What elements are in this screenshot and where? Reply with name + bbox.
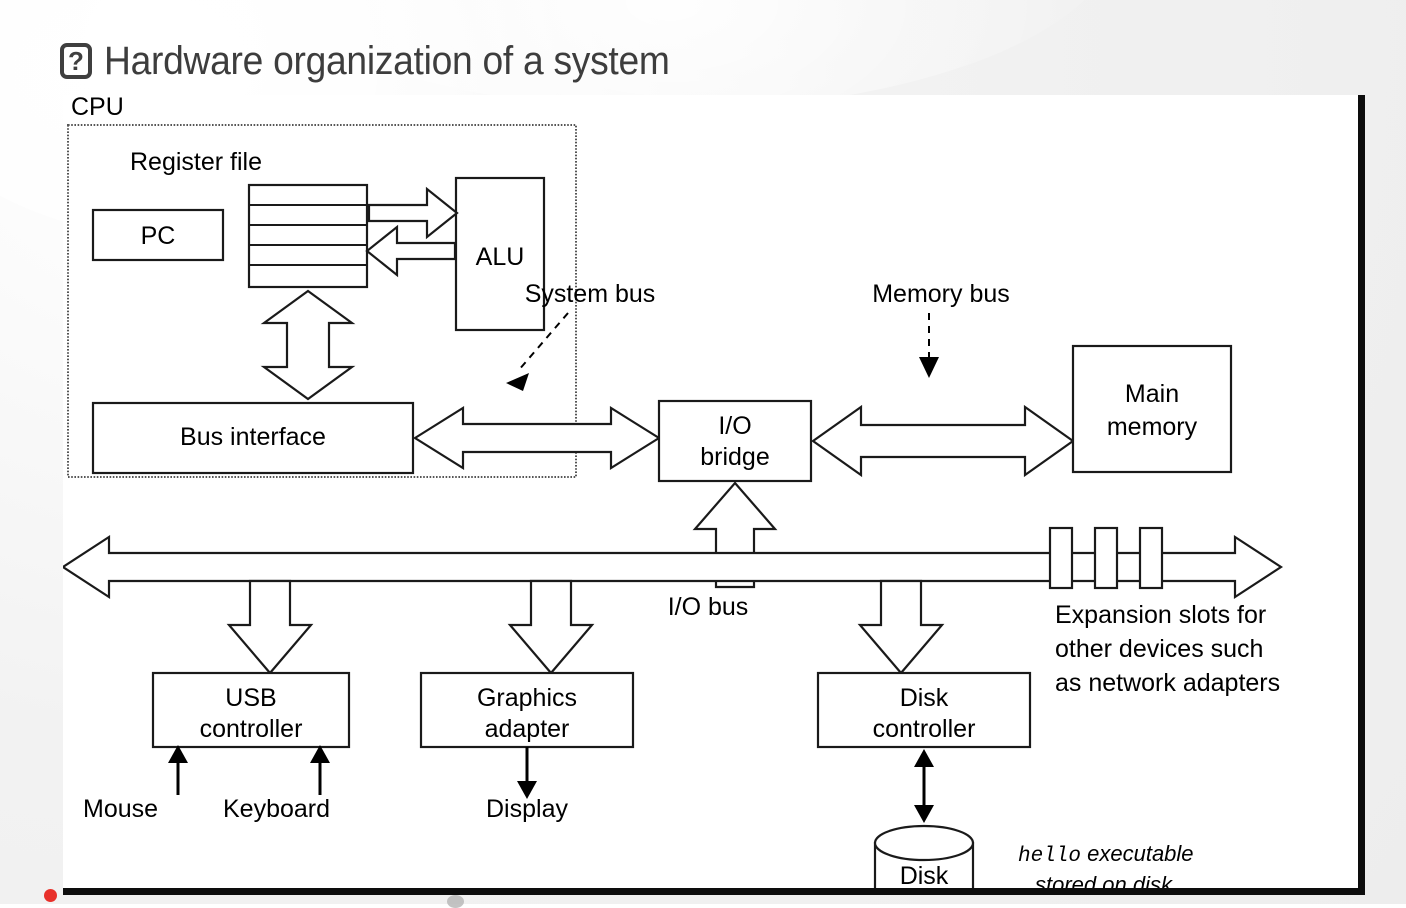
expansion-slots-note-line1: Expansion slots for <box>1055 601 1266 629</box>
bus-interface-label: Bus interface <box>180 423 326 451</box>
register-file-label: Register file <box>130 148 262 176</box>
expansion-slots-group <box>1048 526 1164 590</box>
expansion-slot <box>1138 526 1164 590</box>
iobus-to-graphics-arrow <box>507 579 595 675</box>
disk-controller-label-line2: controller <box>873 715 976 743</box>
memory-bus-arrow <box>811 404 1075 478</box>
missing-glyph-icon: ? <box>60 43 92 79</box>
regfile-to-alu-arrow <box>367 186 459 240</box>
io-bridge-label-line1: I/O <box>718 412 751 440</box>
bus-interface-block: Bus interface <box>91 401 415 475</box>
mouse-label: Mouse <box>83 795 158 823</box>
io-bus-label: I/O bus <box>668 593 749 621</box>
alu-label: ALU <box>476 243 525 271</box>
usb-controller-label-line1: USB <box>225 684 276 712</box>
main-memory-label-line2: memory <box>1107 413 1198 441</box>
expansion-slots-note-line2: other devices such <box>1055 635 1263 663</box>
system-bus-label: System bus <box>525 280 656 308</box>
io-bridge-block: I/O bridge <box>657 399 813 483</box>
page-title: Hardware organization of a system <box>104 38 670 83</box>
graphics-adapter-label-line1: Graphics <box>477 684 577 712</box>
diskcontroller-disk-arrowhead-up <box>914 749 934 767</box>
register-file-block <box>247 183 369 289</box>
keyboard-label: Keyboard <box>223 795 330 823</box>
system-bus-arrow <box>412 406 662 470</box>
executable-text: executable <box>1081 841 1194 866</box>
slide-title-row: ? Hardware organization of a system <box>60 34 712 88</box>
decorative-gray-dot <box>447 895 464 908</box>
expansion-slots-note-line3: as network adapters <box>1055 669 1280 697</box>
diskcontroller-disk-arrowhead-down <box>914 805 934 823</box>
usb-controller-label-line2: controller <box>200 715 303 743</box>
decorative-red-dot <box>44 889 57 902</box>
pc-block: PC <box>91 208 225 262</box>
io-bridge-label-line2: bridge <box>700 443 770 471</box>
disk-label: Disk <box>900 862 949 888</box>
iobus-to-usb-arrow <box>226 579 314 675</box>
graphics-adapter-label-line2: adapter <box>485 715 570 743</box>
hello-mono-text: hello <box>1018 845 1081 868</box>
pc-label: PC <box>141 222 176 250</box>
display-label: Display <box>486 795 568 823</box>
disk-controller-block: Disk controller <box>816 671 1032 749</box>
disk-note-line2: stored on disk <box>1035 872 1173 888</box>
expansion-slot <box>1048 526 1074 590</box>
system-bus-leader-arrowhead <box>506 373 529 391</box>
usb-controller-block: USB controller <box>151 671 351 749</box>
disk-note-line1: hello executable <box>1018 841 1194 868</box>
slide: ? Hardware organization of a system CPU … <box>0 0 1406 908</box>
hardware-organization-figure: CPU Register file PC ALU Bus interface S… <box>63 95 1365 895</box>
memory-bus-leader-arrowhead <box>919 357 939 378</box>
graphics-adapter-block: Graphics adapter <box>419 671 635 749</box>
alu-to-regfile-arrow <box>365 224 457 278</box>
main-memory-label-line1: Main <box>1125 380 1179 408</box>
expansion-slot <box>1093 526 1119 590</box>
disk-cylinder: Disk <box>873 824 975 888</box>
memory-bus-label: Memory bus <box>872 280 1010 308</box>
cpu-group-label: CPU <box>71 95 124 121</box>
main-memory-block: Main memory <box>1071 344 1233 474</box>
disk-controller-label-line1: Disk <box>900 684 949 712</box>
regfile-to-businterface-arrow <box>260 289 356 401</box>
iobus-to-disk-arrow <box>857 579 945 675</box>
